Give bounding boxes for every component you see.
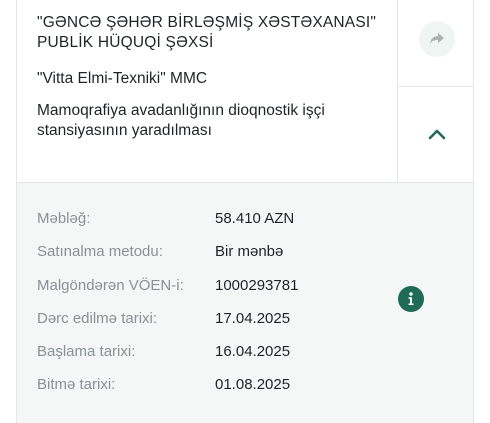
tender-subject: Mamoqrafiya avadanlığının dioqnostik işç… xyxy=(37,102,325,139)
method-label: Satınalma metodu: xyxy=(37,243,163,260)
share-arrow-icon xyxy=(430,33,444,44)
detail-row-end: Bitmə tarixi: 01.08.2025 xyxy=(37,373,367,397)
tender-header: "GƏNCƏ ŞƏHƏR BİRLƏŞMİŞ XƏSTƏXANASI" PUBL… xyxy=(17,0,473,183)
voen-label: Malgöndərən VÖEN-i: xyxy=(37,277,184,294)
amount-label: Məbləğ: xyxy=(37,210,91,227)
published-label: Dərc edilmə tarixi: xyxy=(37,310,158,327)
start-value: 16.04.2025 xyxy=(215,343,291,360)
detail-row-start: Başlama tarixi: 16.04.2025 xyxy=(37,340,367,364)
tender-texts: "GƏNCƏ ŞƏHƏR BİRLƏŞMİŞ XƏSTƏXANASI" PUBL… xyxy=(37,13,397,141)
start-label: Başlama tarixi: xyxy=(37,343,136,360)
end-value: 01.08.2025 xyxy=(215,376,291,393)
info-button[interactable] xyxy=(398,286,424,312)
organization-name: "GƏNCƏ ŞƏHƏR BİRLƏŞMİŞ XƏSTƏXANASI" PUBL… xyxy=(37,14,377,51)
detail-row-voen: Malgöndərən VÖEN-i: 1000293781 xyxy=(37,274,367,298)
method-value: Bir mənbə xyxy=(215,243,284,260)
action-column xyxy=(397,0,473,182)
supplier-name: "Vitta Elmi-Texniki" MMC xyxy=(37,70,208,87)
detail-row-method: Satınalma metodu: Bir mənbə xyxy=(37,240,367,264)
share-cell xyxy=(398,0,473,87)
chevron-up-icon xyxy=(428,129,446,140)
detail-row-published: Dərc edilmə tarixi: 17.04.2025 xyxy=(37,307,367,331)
end-label: Bitmə tarixi: xyxy=(37,376,116,393)
tender-card: "GƏNCƏ ŞƏHƏR BİRLƏŞMİŞ XƏSTƏXANASI" PUBL… xyxy=(16,0,474,423)
amount-value: 58.410 AZN xyxy=(215,210,295,227)
info-icon xyxy=(408,292,414,305)
voen-value: 1000293781 xyxy=(215,277,299,294)
detail-row-amount: Məbləğ: 58.410 AZN xyxy=(37,207,367,231)
share-button[interactable] xyxy=(419,21,455,57)
collapse-button[interactable] xyxy=(419,116,455,152)
details-panel: Məbləğ: 58.410 AZN Satınalma metodu: Bir… xyxy=(17,183,473,423)
published-value: 17.04.2025 xyxy=(215,310,291,327)
